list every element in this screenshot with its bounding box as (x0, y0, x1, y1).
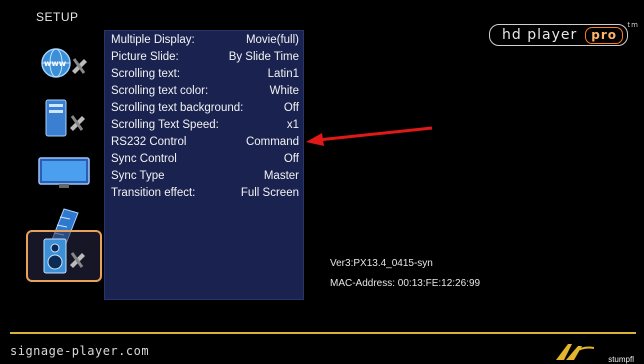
footer-url: signage-player.com (10, 344, 150, 358)
menu-item-value: White (269, 85, 299, 97)
menu-item-value: Command (245, 136, 299, 148)
menu-item-scrolling-text-speed[interactable]: Scrolling Text Speed: x1 (111, 118, 299, 133)
display-settings-icon[interactable] (26, 144, 102, 202)
menu-item-multiple-display[interactable]: Multiple Display: Movie(full) (111, 33, 299, 48)
footer-bar: signage-player.com stumpfl (0, 332, 644, 364)
menu-item-value: Full Screen (240, 187, 299, 199)
menu-item-value: Movie(full) (245, 34, 299, 46)
menu-item-label: Multiple Display: (111, 34, 195, 46)
menu-item-label: Transition effect: (111, 187, 196, 199)
menu-item-picture-slide[interactable]: Picture Slide: By Slide Time (111, 50, 299, 65)
settings-menu: Multiple Display: Movie(full) Picture Sl… (104, 30, 304, 300)
brand-name: hd player (502, 27, 578, 43)
menu-item-label: RS232 Control (111, 136, 187, 148)
network-settings-icon[interactable]: www (26, 36, 102, 94)
menu-item-label: Sync Type (111, 170, 165, 182)
menu-item-value: Off (283, 102, 299, 114)
menu-item-sync-control[interactable]: Sync Control Off (111, 152, 299, 167)
menu-item-label: Scrolling text background: (111, 102, 244, 114)
audio-settings-icon[interactable] (26, 230, 102, 282)
menu-item-label: Scrolling Text Speed: (111, 119, 219, 131)
menu-item-value: x1 (286, 119, 299, 131)
footer-divider (10, 332, 636, 334)
menu-item-value: By Slide Time (228, 51, 299, 63)
menu-item-sync-type[interactable]: Sync Type Master (111, 169, 299, 184)
menu-item-rs232-control[interactable]: RS232 Control Command (111, 135, 299, 150)
menu-item-scrolling-text-color[interactable]: Scrolling text color: White (111, 84, 299, 99)
trademark: tm (627, 21, 639, 29)
menu-item-scrolling-text[interactable]: Scrolling text: Latin1 (111, 67, 299, 82)
menu-item-label: Scrolling text: (111, 68, 181, 80)
brand-logo: hd player pro tm (489, 21, 638, 46)
menu-item-label: Picture Slide: (111, 51, 179, 63)
menu-item-value: Off (283, 153, 299, 165)
company-name: stumpfl (608, 355, 634, 364)
mac-address-text: MAC-Address: 00:13:FE:12:26:99 (330, 278, 481, 289)
menu-item-label: Sync Control (111, 153, 177, 165)
menu-item-scrolling-text-background[interactable]: Scrolling text background: Off (111, 101, 299, 116)
setup-screen: SETUP hd player pro tm www Multiple Disp… (0, 0, 644, 332)
version-text: Ver3:PX13.4_0415-syn (330, 258, 433, 269)
system-settings-icon[interactable] (26, 90, 102, 148)
company-logo: stumpfl (554, 342, 634, 364)
menu-item-value: Master (263, 170, 299, 182)
menu-item-label: Scrolling text color: (111, 85, 209, 97)
svg-text:www: www (44, 59, 67, 68)
annotation-arrow (306, 126, 433, 146)
menu-item-transition-effect[interactable]: Transition effect: Full Screen (111, 186, 299, 201)
menu-item-value: Latin1 (267, 68, 299, 80)
page-title: SETUP (36, 10, 79, 24)
brand-pro-badge: pro (585, 26, 623, 44)
